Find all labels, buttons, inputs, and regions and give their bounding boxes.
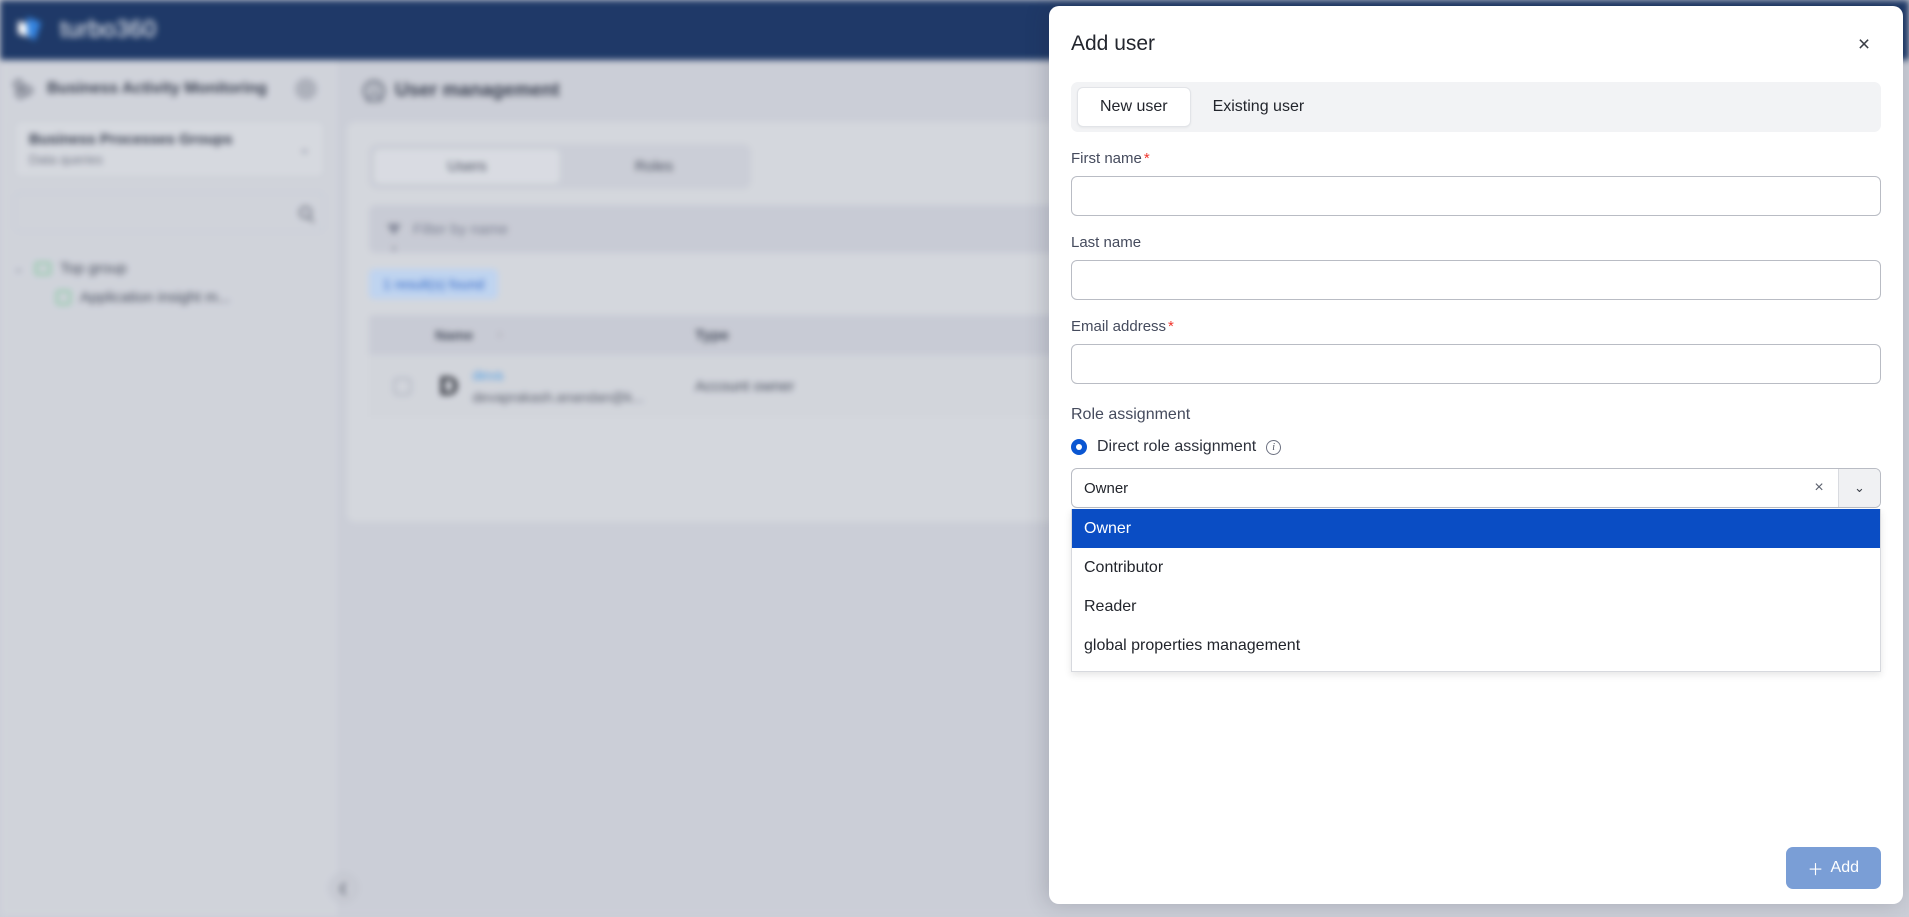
role-option-owner[interactable]: Owner [1072, 509, 1880, 548]
first-name-field-group: First name * [1071, 150, 1881, 216]
dialog-body: New user Existing user First name * Last … [1049, 82, 1903, 672]
radio-direct-role-assignment[interactable] [1071, 439, 1087, 455]
last-name-label: Last name [1071, 234, 1142, 251]
role-assignment-heading: Role assignment [1071, 406, 1191, 423]
add-button-label: Add [1830, 859, 1859, 876]
user-type-tabs: New user Existing user [1071, 82, 1881, 132]
role-combobox-wrapper: Owner × ⌄ Owner Contributor Reader globa… [1071, 468, 1881, 672]
role-option-contributor[interactable]: Contributor [1072, 548, 1880, 587]
first-name-label: First name * [1071, 150, 1881, 167]
email-address-field-group: Email address * [1071, 318, 1881, 384]
tab-new-user[interactable]: New user [1077, 87, 1191, 127]
close-icon[interactable]: × [1851, 31, 1877, 57]
first-name-input[interactable] [1071, 176, 1881, 216]
direct-role-assignment-row[interactable]: Direct role assignment i [1071, 438, 1881, 456]
dialog-title: Add user [1071, 32, 1156, 55]
add-user-dialog: Add user × New user Existing user First … [1049, 6, 1903, 904]
required-asterisk: * [1143, 150, 1150, 167]
tab-existing-user[interactable]: Existing user [1191, 87, 1327, 127]
add-button[interactable]: ＋ Add [1785, 847, 1881, 889]
email-address-input[interactable] [1071, 344, 1881, 384]
role-options-list: Owner Contributor Reader global properti… [1071, 509, 1881, 672]
radio-label: Direct role assignment [1097, 438, 1257, 455]
last-name-field-group: Last name [1071, 234, 1881, 300]
label-text: First name [1071, 150, 1142, 167]
role-option-global-properties-management[interactable]: global properties management [1072, 626, 1880, 665]
dialog-footer: ＋ Add [1049, 832, 1903, 904]
last-name-input[interactable] [1071, 260, 1881, 300]
clear-icon[interactable]: × [1800, 469, 1838, 507]
chevron-down-icon[interactable]: ⌄ [1838, 469, 1880, 507]
plus-icon: ＋ [1807, 862, 1824, 879]
dialog-header: Add user × [1049, 6, 1903, 82]
role-combobox[interactable]: Owner × ⌄ [1071, 468, 1881, 508]
info-icon[interactable]: i [1266, 439, 1282, 455]
role-combobox-value: Owner [1084, 479, 1129, 497]
label-text: Email address [1071, 318, 1167, 335]
email-address-label: Email address * [1071, 318, 1881, 335]
role-option-reader[interactable]: Reader [1072, 587, 1880, 626]
required-asterisk: * [1168, 318, 1174, 335]
